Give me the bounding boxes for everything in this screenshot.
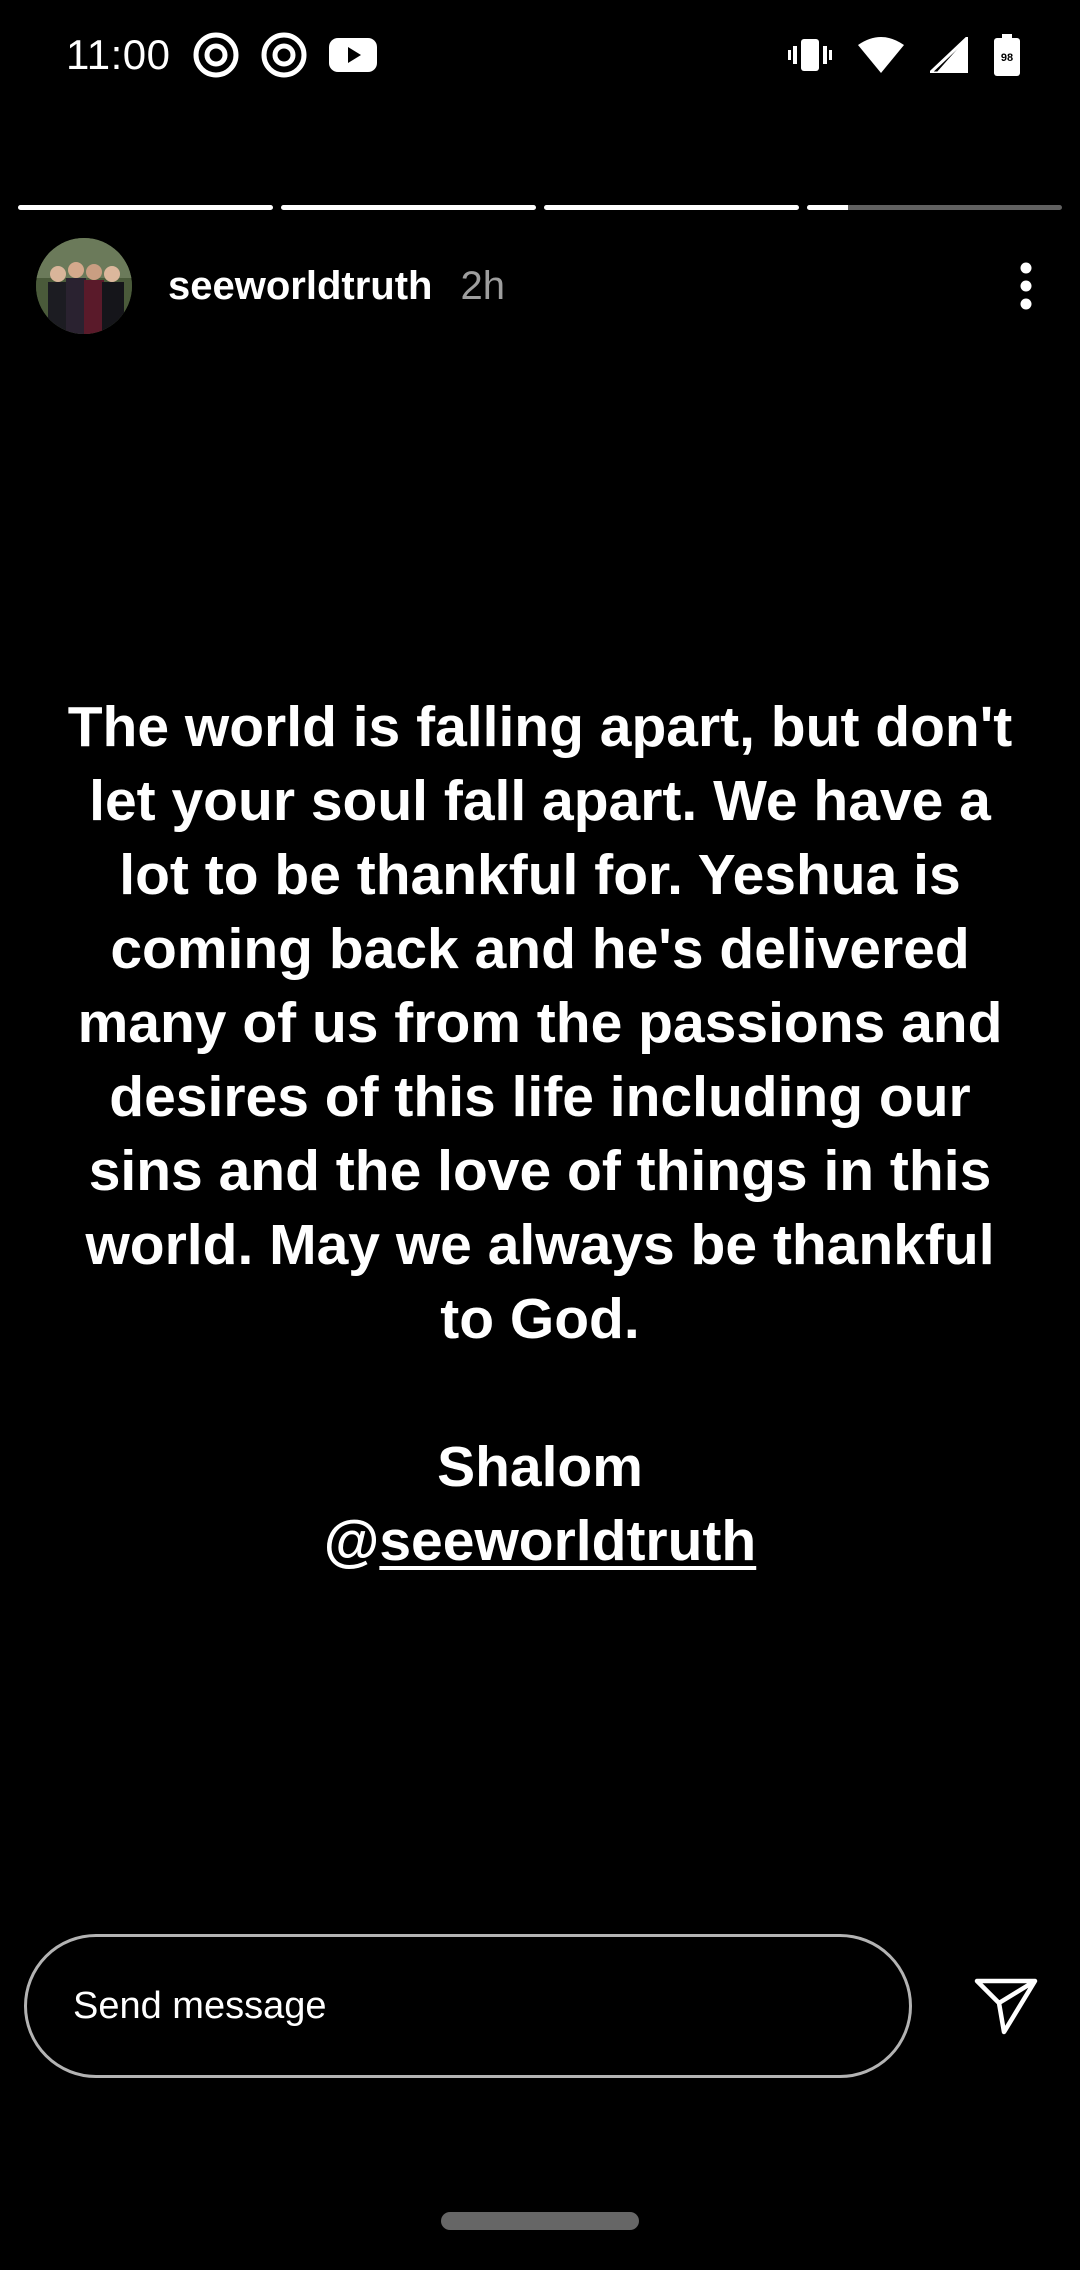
vibrate-icon (788, 38, 832, 72)
wifi-icon (858, 37, 904, 73)
avatar[interactable] (36, 238, 132, 334)
story-text-block: The world is falling apart, but don't le… (60, 690, 1020, 1578)
progress-fill (544, 205, 799, 210)
mention-link[interactable]: seeworldtruth (379, 1509, 756, 1573)
threads-icon (261, 32, 307, 78)
progress-fill (807, 205, 848, 210)
progress-segment (544, 205, 799, 210)
story-message: The world is falling apart, but don't le… (67, 695, 1013, 1351)
status-time: 11:00 (66, 31, 171, 78)
story-header: seeworldtruth 2h (36, 238, 1056, 334)
youtube-icon (328, 38, 377, 72)
progress-segment (281, 205, 536, 210)
status-left: 11:00 (66, 31, 377, 79)
status-bar: 11:00 98 (0, 0, 1080, 110)
story-progress-bar (18, 205, 1062, 210)
avatar-image (36, 238, 132, 334)
progress-segment (807, 205, 1062, 210)
story-viewer-screen: 11:00 98 seeworldtruth 2h The world is f… (0, 0, 1080, 2270)
story-timestamp: 2h (460, 263, 505, 308)
progress-segment (18, 205, 273, 210)
more-options-button[interactable] (996, 238, 1056, 334)
progress-fill (18, 205, 273, 210)
signal-icon (930, 37, 968, 73)
send-message-input[interactable] (24, 1934, 912, 2078)
mention-at-sign: @ (323, 1509, 380, 1573)
more-vertical-icon (1020, 262, 1032, 310)
send-button[interactable] (956, 1956, 1056, 2056)
battery-icon: 98 (994, 34, 1020, 76)
threads-icon (193, 32, 239, 78)
status-right: 98 (788, 34, 1020, 76)
story-mention: @seeworldtruth (60, 1504, 1020, 1578)
battery-level-text: 98 (1001, 52, 1013, 64)
home-indicator[interactable] (441, 2212, 639, 2230)
reply-bar (24, 1934, 1056, 2078)
story-signoff: Shalom (437, 1435, 643, 1499)
paper-plane-icon (974, 1978, 1038, 2035)
username[interactable]: seeworldtruth (168, 264, 432, 309)
progress-fill (281, 205, 536, 210)
